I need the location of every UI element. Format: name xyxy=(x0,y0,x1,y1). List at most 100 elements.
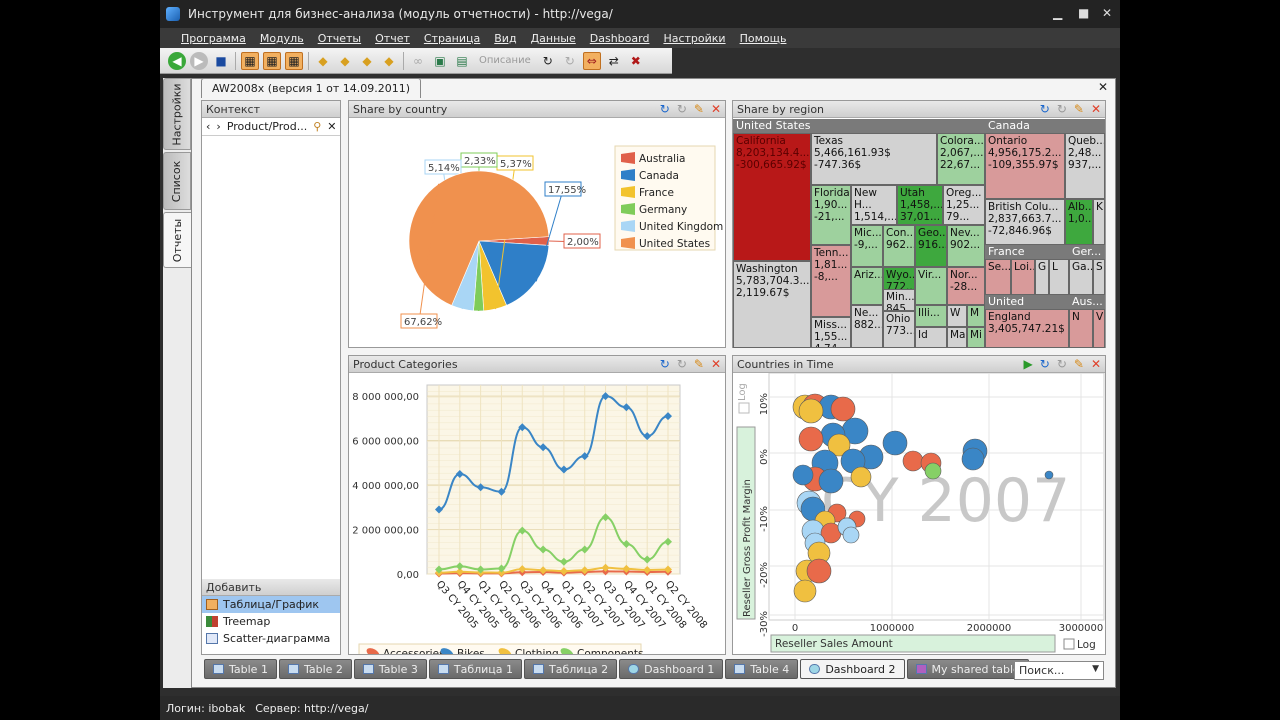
tab-tablitsa-1[interactable]: Таблица 1 xyxy=(428,659,523,679)
bubble[interactable] xyxy=(1044,470,1054,480)
treemap-oregon[interactable]: Oreg... 1,25... 79... xyxy=(943,185,985,225)
edit-icon[interactable]: ✎ xyxy=(694,102,704,116)
treemap-header-germany[interactable]: Ger... xyxy=(1069,245,1105,259)
close-icon[interactable]: ✕ xyxy=(1091,357,1101,371)
clear-context-icon[interactable]: ✕ xyxy=(327,120,336,133)
edit-icon[interactable]: ✎ xyxy=(694,357,704,371)
treemap-header-canada[interactable]: Canada xyxy=(985,119,1105,133)
description-label[interactable]: Описание xyxy=(479,55,531,66)
menu-reports[interactable]: Отчеты xyxy=(318,32,361,45)
tab-my-shared-table[interactable]: My shared table xyxy=(906,659,1029,679)
treemap-utah[interactable]: Utah 1,458,... 37,01... xyxy=(897,185,943,225)
bubble[interactable] xyxy=(850,466,872,488)
treemap-header-france[interactable]: France xyxy=(985,245,1069,259)
treemap-n[interactable]: N xyxy=(1069,309,1093,348)
page-delete-icon[interactable]: ◆ xyxy=(380,52,398,70)
close-window-button[interactable]: ✕ xyxy=(1102,6,1112,20)
close-document-icon[interactable]: ✕ xyxy=(1098,80,1108,94)
treemap-nevada[interactable]: Nev... 902... xyxy=(947,225,985,267)
treemap-header-uk[interactable]: United Kingd... xyxy=(985,295,1069,322)
bubble[interactable] xyxy=(924,462,942,480)
treemap-w[interactable]: W xyxy=(947,305,967,327)
treemap-florida[interactable]: Florida 1,90... -21,... xyxy=(811,185,851,245)
bubble[interactable] xyxy=(798,398,824,424)
page-settings-icon[interactable]: ◆ xyxy=(358,52,376,70)
bubble[interactable] xyxy=(806,558,832,584)
treemap-ontario[interactable]: Ontario 4,956,175.2... -109,355.97$ xyxy=(985,133,1065,199)
treemap-mississippi[interactable]: Miss...1,55...4,74... xyxy=(811,317,851,348)
treemap-tennessee[interactable]: Tenn... 1,81... -8,... xyxy=(811,245,851,317)
add-treemap[interactable]: Treemap xyxy=(202,613,340,630)
edit-icon[interactable]: ✎ xyxy=(1074,102,1084,116)
tab-table-4[interactable]: Table 4 xyxy=(725,659,799,679)
reset-icon[interactable]: ↻ xyxy=(677,357,687,371)
treemap-g[interactable]: G xyxy=(1035,259,1049,295)
menu-report[interactable]: Отчет xyxy=(375,32,410,45)
close-icon[interactable]: ✕ xyxy=(711,102,721,116)
minimize-button[interactable]: ▁ xyxy=(1053,6,1062,20)
treemap-mi[interactable]: Mi xyxy=(967,327,985,348)
refresh-all-icon[interactable]: ↻ xyxy=(561,52,579,70)
treemap-ma[interactable]: Ma xyxy=(947,327,967,348)
treemap-s[interactable]: S xyxy=(1093,259,1105,295)
bubble[interactable] xyxy=(882,430,908,456)
x-log-checkbox[interactable] xyxy=(1063,638,1075,650)
treemap-british-columbia[interactable]: British Colu... 2,837,663.7... -72,846.96$ xyxy=(985,199,1065,245)
exchange-icon[interactable]: ⇄ xyxy=(605,52,623,70)
nav-right-icon[interactable]: › xyxy=(216,120,220,133)
context-path[interactable]: Product/Prod... xyxy=(227,120,307,133)
layout-icon[interactable]: ▤ xyxy=(453,52,471,70)
reset-icon[interactable]: ↻ xyxy=(677,102,687,116)
tab-reports[interactable]: Отчеты xyxy=(163,212,191,268)
tab-dashboard-2[interactable]: Dashboard 2 xyxy=(800,659,905,679)
treemap-virginia[interactable]: Vir... xyxy=(915,267,947,305)
treemap-washington[interactable]: Washington 5,783,704.3... 2,119.67$ xyxy=(733,261,811,348)
sync-icon[interactable]: ⇔ xyxy=(582,51,601,70)
treemap-georgia[interactable]: Geo... 916... xyxy=(915,225,947,267)
treemap-michigan[interactable]: Mic... -9,... xyxy=(851,225,883,267)
tab-dashboard-1[interactable]: Dashboard 1 xyxy=(619,659,724,679)
bubble[interactable] xyxy=(798,426,824,452)
tab-list[interactable]: Список xyxy=(163,152,191,210)
nav-left-icon[interactable]: ‹ xyxy=(206,120,210,133)
reset-icon[interactable]: ↻ xyxy=(1057,102,1067,116)
tab-tablitsa-2[interactable]: Таблица 2 xyxy=(524,659,618,679)
treemap-m[interactable]: M xyxy=(967,305,985,327)
treemap-california[interactable]: California 8,203,134.4... -300,665.92$ xyxy=(733,133,811,261)
treemap-l[interactable]: L xyxy=(1049,259,1069,295)
maximize-button[interactable]: ■ xyxy=(1078,6,1089,20)
treemap-idaho[interactable]: Id xyxy=(915,327,947,348)
refresh-icon[interactable]: ↻ xyxy=(539,52,557,70)
refresh-icon[interactable]: ↻ xyxy=(660,357,670,371)
menu-page[interactable]: Страница xyxy=(424,32,480,45)
treemap-ohio[interactable]: Ohio 773... xyxy=(883,311,915,348)
tab-table-3[interactable]: Table 3 xyxy=(353,659,427,679)
treemap-seine[interactable]: Se... xyxy=(985,259,1011,295)
tab-table-1[interactable]: Table 1 xyxy=(204,659,277,679)
treemap-ga[interactable]: Ga... xyxy=(1069,259,1093,295)
search-box[interactable]: Поиск... ▼ xyxy=(1014,661,1104,680)
treemap-arizona[interactable]: Ariz... xyxy=(851,267,883,305)
forward-icon[interactable]: ▶ xyxy=(190,51,208,70)
treemap-minnesota[interactable]: Min... 845... xyxy=(883,289,915,311)
treemap-texas[interactable]: Texas 5,466,161.93$ -747.36$ xyxy=(811,133,937,185)
treemap-england[interactable]: England 3,405,747.21$ xyxy=(985,309,1069,348)
menu-view[interactable]: Вид xyxy=(494,32,516,45)
new-page-icon[interactable]: ◆ xyxy=(314,52,332,70)
grid-remove-icon[interactable]: ▦ xyxy=(285,51,303,70)
grid-icon[interactable]: ▦ xyxy=(241,51,259,70)
reset-icon[interactable]: ↻ xyxy=(1057,357,1067,371)
menu-module[interactable]: Модуль xyxy=(260,32,304,45)
menu-program[interactable]: Программа xyxy=(181,32,246,45)
treemap-b[interactable]: K xyxy=(1093,199,1105,245)
bubble[interactable] xyxy=(961,447,985,471)
bubble[interactable] xyxy=(793,579,817,603)
link-icon[interactable]: ∞ xyxy=(409,52,427,70)
tab-table-2[interactable]: Table 2 xyxy=(278,659,352,679)
treemap-header-us[interactable]: United States xyxy=(733,119,985,133)
bubble[interactable] xyxy=(842,526,860,544)
close-icon[interactable]: ✕ xyxy=(711,357,721,371)
treemap-illinois[interactable]: Illi... xyxy=(915,305,947,327)
close-icon[interactable]: ✕ xyxy=(1091,102,1101,116)
search-context-icon[interactable]: ⚲ xyxy=(313,120,321,133)
